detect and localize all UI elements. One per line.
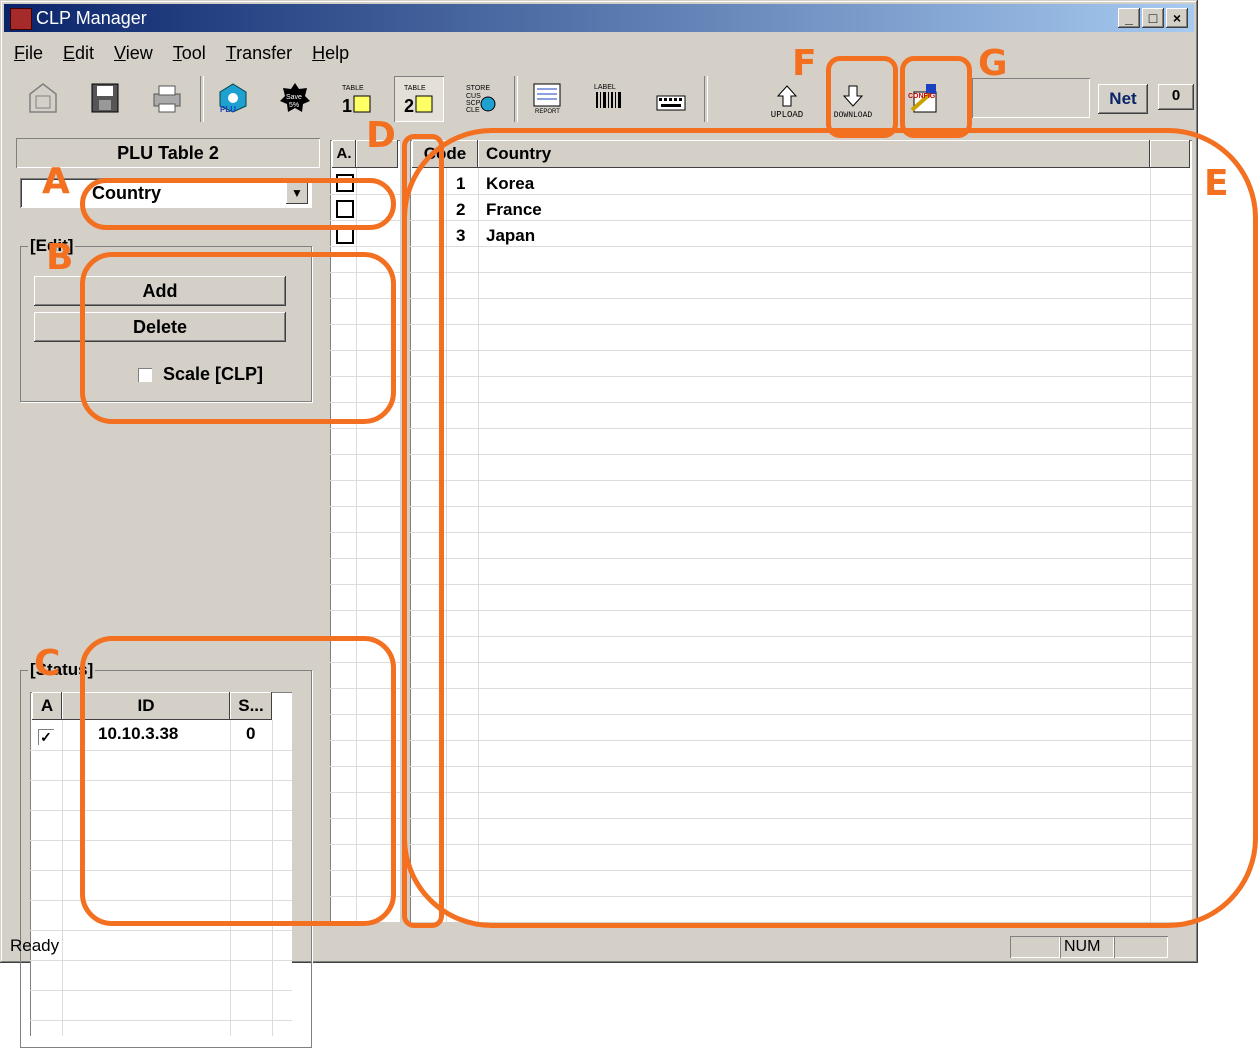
svg-text:1: 1	[342, 96, 352, 114]
menu-help[interactable]: Help	[302, 40, 359, 66]
svg-text:LABEL: LABEL	[594, 84, 616, 91]
svg-text:5%: 5%	[289, 102, 299, 109]
app-icon	[10, 8, 32, 30]
annotation-box-f	[826, 56, 898, 138]
barcode-icon: LABEL	[594, 84, 621, 108]
window-title: CLP Manager	[36, 8, 147, 28]
label-button[interactable]: LABEL	[584, 76, 634, 122]
report-button[interactable]: REPORT	[522, 76, 572, 122]
annotation-label-f: F	[792, 43, 817, 84]
annotation-box-c	[80, 636, 396, 926]
svg-text:CLE: CLE	[466, 107, 480, 114]
menu-view[interactable]: View	[104, 40, 163, 66]
status-panel	[1010, 936, 1060, 958]
annotation-box-a	[80, 178, 396, 230]
maximize-button[interactable]: □	[1142, 8, 1164, 28]
svg-text:2: 2	[404, 96, 414, 114]
report-icon: REPORT	[533, 83, 561, 114]
menu-edit[interactable]: Edit	[53, 40, 104, 66]
annotation-box-g	[900, 56, 972, 138]
svg-text:TABLE: TABLE	[404, 85, 426, 92]
table1-icon: TABLE 1	[342, 85, 371, 114]
grid-line	[330, 610, 400, 611]
annotation-label-a: A	[42, 161, 70, 202]
svg-text:TABLE: TABLE	[342, 85, 364, 92]
net-button[interactable]: Net	[1098, 84, 1148, 114]
svg-text:PLU: PLU	[220, 105, 236, 114]
annotation-box-b	[80, 252, 396, 424]
minimize-button[interactable]: _	[1118, 8, 1140, 28]
upload-label: UPLOAD	[770, 110, 804, 120]
printer-icon	[153, 85, 181, 113]
open-icon	[29, 83, 57, 113]
discount-icon: Save5%	[280, 83, 310, 112]
status-bar: Ready NUM	[4, 934, 1194, 960]
svg-text:STORE: STORE	[466, 85, 490, 92]
grid-line	[330, 246, 400, 247]
toolbar-separator	[704, 76, 708, 122]
svg-text:Save: Save	[286, 94, 302, 101]
plu-icon: PLU	[219, 83, 247, 114]
annotation-label-c: C	[34, 643, 61, 684]
num-indicator: NUM	[1060, 936, 1114, 958]
grid-line	[330, 506, 400, 507]
column-header[interactable]: A	[32, 692, 62, 720]
annotation-label-b: B	[46, 237, 74, 278]
column-header[interactable]: A.	[332, 140, 356, 168]
svg-text:CUS: CUS	[466, 93, 481, 100]
zero-button[interactable]: 0	[1158, 84, 1194, 110]
discount-button[interactable]: Save 5%	[270, 76, 320, 122]
menu-bar: File Edit View Tool Transfer Help	[4, 40, 359, 66]
open-button[interactable]	[18, 76, 68, 122]
table2-button[interactable]: TABLE 2	[394, 76, 444, 122]
grid-line	[330, 454, 400, 455]
save-button[interactable]	[80, 76, 130, 122]
annotation-label-d: D	[366, 115, 396, 156]
title-bar: CLP Manager _ □ ×	[4, 4, 1194, 32]
toolbar-separator	[514, 76, 518, 122]
floppy-icon	[91, 83, 119, 113]
toolbar-separator	[200, 76, 204, 122]
toolbar: PLU Save 5% TABLE 1 TABLE 2 STORE CUS SCP CLE …	[10, 72, 1194, 128]
checked-checkbox-icon[interactable]: ✓	[38, 728, 54, 745]
keyboard-icon	[656, 95, 686, 111]
annotation-box-e	[402, 128, 1258, 928]
menu-file[interactable]: File	[4, 40, 53, 66]
grid-line	[330, 480, 400, 481]
grid-line	[330, 532, 400, 533]
status-text: Ready	[10, 936, 60, 955]
status-check[interactable]: ✓	[38, 726, 54, 746]
table2-icon: TABLE 2	[404, 85, 433, 114]
keyboard-button[interactable]	[646, 76, 696, 122]
grid-line	[330, 558, 400, 559]
close-button[interactable]: ×	[1166, 8, 1188, 28]
store-icon: STORECUSSCPCLE	[466, 85, 496, 114]
store-button[interactable]: STORE CUS SCP CLE	[456, 76, 506, 122]
grid-line	[330, 428, 400, 429]
grid-line	[330, 584, 400, 585]
menu-tool[interactable]: Tool	[163, 40, 216, 66]
annotation-label-e: E	[1204, 163, 1229, 204]
status-panel	[1114, 936, 1168, 958]
plu-button[interactable]: PLU	[208, 76, 258, 122]
print-button[interactable]	[142, 76, 192, 122]
svg-text:SCP: SCP	[466, 100, 481, 107]
net-display	[972, 78, 1090, 118]
menu-transfer[interactable]: Transfer	[216, 40, 302, 66]
svg-text:REPORT: REPORT	[535, 109, 560, 114]
annotation-label-g: G	[978, 43, 1008, 84]
